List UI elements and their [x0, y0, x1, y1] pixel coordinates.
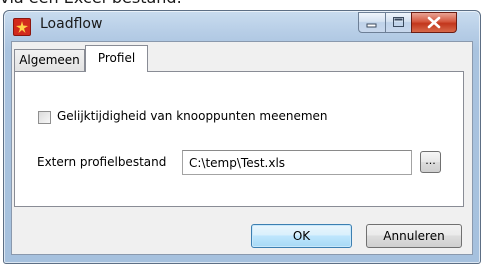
- ok-button[interactable]: OK: [251, 224, 352, 248]
- maximize-button[interactable]: [385, 12, 412, 33]
- loadflow-app-icon[interactable]: [13, 18, 31, 36]
- title-bar[interactable]: Loadflow: [4, 11, 480, 41]
- concurrency-checkbox[interactable]: [38, 111, 51, 124]
- cancel-button[interactable]: Annuleren: [366, 224, 462, 248]
- close-button[interactable]: [411, 12, 457, 33]
- loadflow-dialog: Loadflow Algemeen Profiel Gelijktijdighe…: [3, 10, 481, 264]
- window-title: Loadflow: [40, 16, 103, 32]
- minimize-button[interactable]: [358, 12, 386, 33]
- profiel-tab-panel: [14, 71, 464, 207]
- browse-button[interactable]: ...: [420, 151, 441, 173]
- background-document-text: via een Excel-bestand.: [0, 0, 182, 10]
- profile-file-label: Extern profielbestand: [37, 155, 167, 169]
- profile-file-input[interactable]: [182, 150, 412, 175]
- tab-profiel[interactable]: Profiel: [85, 45, 148, 72]
- concurrency-checkbox-label[interactable]: Gelijktijdigheid van knooppunten meeneme…: [57, 109, 328, 123]
- tab-algemeen[interactable]: Algemeen: [14, 49, 85, 71]
